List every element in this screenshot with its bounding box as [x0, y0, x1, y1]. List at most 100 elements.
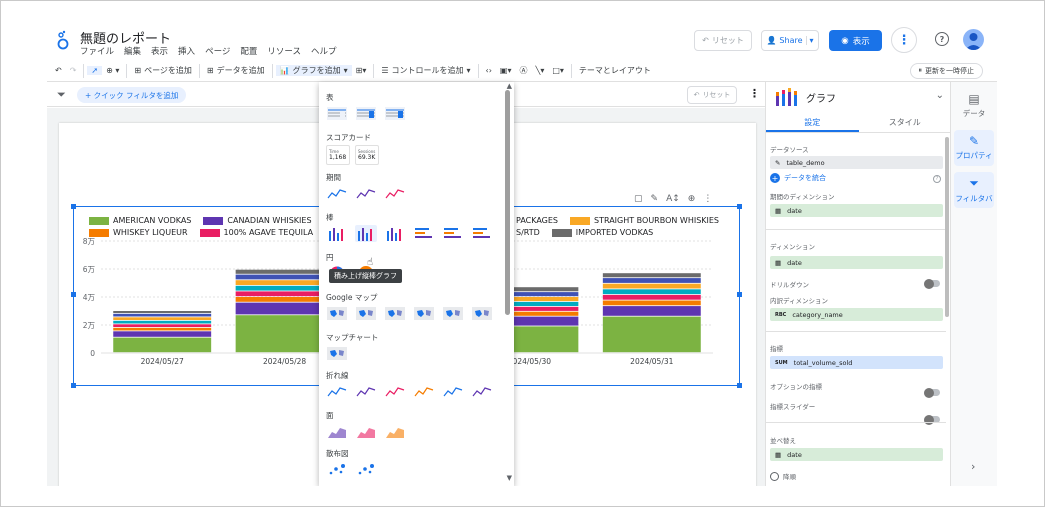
zoom-chart-icon[interactable]: ⊕: [688, 194, 696, 204]
chart-type-option[interactable]: [384, 225, 406, 242]
menu-insert[interactable]: 挿入: [178, 45, 195, 57]
chart-type-option[interactable]: Time 1,168: [326, 145, 350, 165]
chart-type-option[interactable]: [326, 423, 348, 440]
menu-page[interactable]: ページ: [205, 45, 230, 57]
date-range-chip[interactable]: ▦ date: [770, 204, 943, 217]
bar-segment[interactable]: [113, 311, 212, 313]
sort-az-icon[interactable]: A↕: [666, 194, 680, 204]
chart-type-option[interactable]: [384, 423, 406, 440]
dropdown-scrollbar[interactable]: [505, 90, 510, 315]
community-viz-icon[interactable]: ⊞▾: [352, 66, 371, 75]
image-icon[interactable]: ▣▾: [496, 66, 516, 75]
chart-type-option[interactable]: [326, 185, 348, 202]
bar-segment[interactable]: [113, 331, 212, 337]
datasource-chip[interactable]: ✎ table_demo: [770, 156, 943, 169]
chart-type-option[interactable]: [384, 305, 406, 322]
help-icon[interactable]: ?: [935, 32, 949, 46]
chart-type-option[interactable]: [326, 461, 348, 478]
chart-type-option[interactable]: [326, 225, 348, 242]
share-button[interactable]: 👤 Share ▾: [761, 30, 819, 51]
more-options-icon[interactable]: ⋮: [891, 27, 917, 53]
add-data-button[interactable]: ⊞ データを追加: [203, 65, 269, 76]
bar-segment[interactable]: [113, 317, 212, 320]
chart-type-option[interactable]: [326, 345, 348, 362]
optional-metric-toggle[interactable]: [924, 387, 940, 398]
chart-type-option[interactable]: Sessions 69.3K: [355, 145, 379, 165]
tab-setup[interactable]: 設定: [766, 111, 859, 132]
expand-chevron-icon[interactable]: ›: [971, 460, 975, 473]
pause-updates-button[interactable]: ⏸ 更新を一時停止: [909, 62, 983, 79]
chart-type-option[interactable]: [355, 105, 377, 122]
bar-segment[interactable]: [113, 324, 212, 327]
menu-edit[interactable]: 編集: [124, 45, 141, 57]
scroll-up-icon[interactable]: ▲: [507, 82, 512, 90]
menu-arrange[interactable]: 配置: [240, 45, 257, 57]
embed-code-icon[interactable]: ‹›: [482, 66, 496, 75]
chart-type-option[interactable]: [442, 383, 464, 400]
chart-type-option[interactable]: [384, 383, 406, 400]
chart-type-option[interactable]: [413, 305, 435, 322]
legend-item[interactable]: PACKAGES: [516, 216, 558, 225]
breakdown-chip[interactable]: RBC category_name: [770, 308, 943, 321]
chart-type-option[interactable]: [355, 383, 377, 400]
avatar[interactable]: [963, 29, 984, 50]
collapse-chevron-icon[interactable]: ⌄: [936, 90, 944, 101]
side-tab-filter-bar[interactable]: ⏷ フィルタバ: [954, 172, 994, 208]
sort-chip[interactable]: ▦ date: [770, 448, 943, 461]
side-tab-properties[interactable]: ✎ プロパティ: [954, 130, 994, 166]
chart-type-option[interactable]: [442, 305, 464, 322]
text-icon[interactable]: Ⓐ: [516, 65, 532, 76]
chart-type-option[interactable]: [355, 185, 377, 202]
bar-segment[interactable]: [602, 300, 701, 306]
bar-segment[interactable]: [602, 294, 701, 300]
filter-reset-button[interactable]: ↶ リセット: [687, 86, 737, 104]
filter-icon[interactable]: ⏷: [57, 88, 66, 102]
bar-segment[interactable]: [113, 327, 212, 331]
tab-style[interactable]: スタイル: [859, 111, 952, 132]
chart-type-option[interactable]: [326, 105, 348, 122]
chart-type-option[interactable]: [471, 305, 493, 322]
menu-help[interactable]: ヘルプ: [311, 45, 337, 57]
chart-type-option[interactable]: [384, 105, 406, 122]
blend-data-button[interactable]: + データを統合: [770, 173, 826, 183]
chart-type-option[interactable]: [355, 461, 377, 478]
select-cursor-icon[interactable]: ➚: [87, 66, 103, 75]
chart-type-option[interactable]: [413, 383, 435, 400]
shape-icon[interactable]: □▾: [548, 66, 568, 75]
add-control-button[interactable]: ☰ コントロールを追加 ▾: [377, 65, 474, 76]
chart-type-option[interactable]: [471, 383, 493, 400]
scroll-down-icon[interactable]: ▼: [507, 474, 512, 482]
legend-item[interactable]: CANADIAN WHISKIES: [203, 216, 312, 225]
legend-item[interactable]: STRAIGHT BOURBON WHISKIES: [570, 216, 719, 225]
bar-segment[interactable]: [602, 289, 701, 295]
chart-type-option[interactable]: [384, 185, 406, 202]
chart-type-option[interactable]: [471, 225, 493, 242]
edit-pencil-icon[interactable]: ✎: [651, 194, 659, 204]
bar-segment[interactable]: [602, 283, 701, 289]
line-icon[interactable]: ╲▾: [532, 66, 549, 75]
panel-scrollbar[interactable]: [945, 137, 949, 317]
legend-item[interactable]: AMERICAN VODKAS: [89, 216, 191, 225]
chart-type-option[interactable]: [326, 305, 348, 322]
menu-file[interactable]: ファイル: [80, 45, 114, 57]
bar-segment[interactable]: [602, 306, 701, 316]
chart-type-option[interactable]: [413, 225, 435, 242]
filterbar-more-icon[interactable]: ⋮: [749, 87, 760, 100]
view-button[interactable]: ◉ 表示: [829, 30, 882, 51]
chart-type-option[interactable]: [355, 305, 377, 322]
quick-filter-button[interactable]: + クイック フィルタを追加: [77, 87, 187, 103]
add-chart-button[interactable]: 📊 グラフを追加 ▾: [275, 65, 352, 76]
bar-segment[interactable]: [113, 313, 212, 317]
reset-button[interactable]: ↶ リセット: [694, 30, 752, 51]
export-icon[interactable]: ▢: [634, 194, 643, 204]
bar-segment[interactable]: [602, 316, 701, 353]
theme-layout-button[interactable]: テーマとレイアウト: [575, 65, 655, 76]
help-small-icon[interactable]: ?: [933, 175, 941, 183]
dimension-chip[interactable]: ▦ date: [770, 256, 943, 269]
zoom-icon[interactable]: ⊕ ▾: [102, 66, 123, 75]
chart-type-option[interactable]: [355, 225, 377, 242]
drilldown-toggle[interactable]: [924, 278, 940, 289]
bar-segment[interactable]: [602, 278, 701, 283]
sort-desc-radio[interactable]: 降順: [770, 471, 796, 481]
redo-icon[interactable]: ↷: [66, 66, 81, 75]
